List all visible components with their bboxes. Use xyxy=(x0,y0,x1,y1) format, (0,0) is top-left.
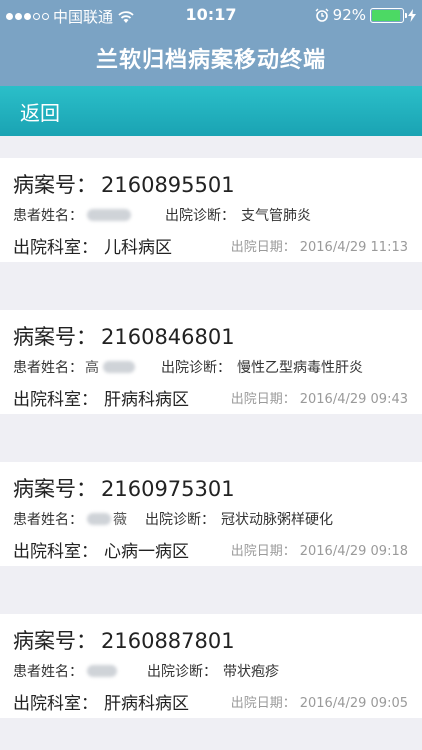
record-list: 病案号： 2160895501 患者姓名： 出院诊断： 支气管肺炎 出院科室： 儿科… xyxy=(0,158,422,718)
charging-icon xyxy=(408,8,416,22)
department-row: 出院科室： 肝病科病区 xyxy=(13,689,189,714)
department-value: 儿科病区 xyxy=(104,238,172,258)
case-number-row: 病案号： 2160975301 xyxy=(13,473,235,503)
case-number-label: 病案号： xyxy=(13,173,97,197)
date-value: 2016/4/29 09:43 xyxy=(299,392,408,407)
diagnosis-value: 带状疱疹 xyxy=(223,664,279,680)
discharge-date: 出院日期： 2016/4/29 09:18 xyxy=(231,540,408,559)
date-label: 出院日期： xyxy=(230,392,296,407)
patient-label: 患者姓名： xyxy=(13,360,83,376)
patient-label: 患者姓名： xyxy=(13,208,83,224)
patient-name-redacted xyxy=(103,361,135,373)
case-number: 2160895501 xyxy=(101,173,235,197)
status-right: 92% xyxy=(315,6,416,24)
date-label: 出院日期： xyxy=(230,544,296,559)
department-label: 出院科室： xyxy=(13,238,98,258)
patient-name-partial: 薇 xyxy=(113,512,127,528)
record-card[interactable]: 病案号： 2160846801 患者姓名： 高 出院诊断： 慢性乙型病毒性肝炎 出… xyxy=(0,310,422,414)
alarm-icon xyxy=(315,8,329,22)
case-number-label: 病案号： xyxy=(13,477,97,501)
patient-row: 患者姓名： 薇 出院诊断： 冠状动脉粥样硬化 xyxy=(13,509,333,529)
case-number-row: 病案号： 2160846801 xyxy=(13,321,235,351)
department-label: 出院科室： xyxy=(13,542,98,562)
case-number-row: 病案号： 2160887801 xyxy=(13,625,235,655)
case-number-label: 病案号： xyxy=(13,325,97,349)
department-label: 出院科室： xyxy=(13,390,98,410)
case-number-label: 病案号： xyxy=(13,629,97,653)
patient-row: 患者姓名： 出院诊断： 支气管肺炎 xyxy=(13,205,311,225)
battery-fill xyxy=(372,9,400,21)
patient-name-partial: 高 xyxy=(85,360,99,376)
patient-name-redacted xyxy=(87,209,131,221)
diagnosis-label: 出院诊断： xyxy=(147,664,217,680)
diagnosis-value: 慢性乙型病毒性肝炎 xyxy=(237,360,363,376)
patient-row: 患者姓名： 高 出院诊断： 慢性乙型病毒性肝炎 xyxy=(13,357,363,377)
record-card[interactable]: 病案号： 2160975301 患者姓名： 薇 出院诊断： 冠状动脉粥样硬化 出院… xyxy=(0,462,422,566)
date-label: 出院日期： xyxy=(230,696,296,711)
discharge-date: 出院日期： 2016/4/29 11:13 xyxy=(231,236,408,255)
discharge-date: 出院日期： 2016/4/29 09:05 xyxy=(231,692,408,711)
department-row: 出院科室： 儿科病区 xyxy=(13,233,172,258)
patient-row: 患者姓名： 出院诊断： 带状疱疹 xyxy=(13,661,279,681)
status-bar: 中国联通 10:17 92% xyxy=(0,0,422,30)
department-row: 出院科室： 心病一病区 xyxy=(13,537,189,562)
patient-label: 患者姓名： xyxy=(13,512,83,528)
date-value: 2016/4/29 11:13 xyxy=(299,240,408,255)
diagnosis-label: 出院诊断： xyxy=(145,512,215,528)
case-number: 2160887801 xyxy=(101,629,235,653)
diagnosis-value: 支气管肺炎 xyxy=(241,208,311,224)
case-number: 2160975301 xyxy=(101,477,235,501)
record-card[interactable]: 病案号： 2160895501 患者姓名： 出院诊断： 支气管肺炎 出院科室： 儿科… xyxy=(0,158,422,262)
app-title: 兰软归档病案移动终端 xyxy=(0,30,422,86)
diagnosis-label: 出院诊断： xyxy=(165,208,235,224)
date-label: 出院日期： xyxy=(230,240,296,255)
department-row: 出院科室： 肝病科病区 xyxy=(13,385,189,410)
patient-label: 患者姓名： xyxy=(13,664,83,680)
diagnosis-value: 冠状动脉粥样硬化 xyxy=(221,512,333,528)
department-value: 肝病科病区 xyxy=(104,390,189,410)
back-button[interactable]: 返回 xyxy=(20,97,60,126)
patient-name-redacted xyxy=(87,665,117,677)
nav-bar: 返回 xyxy=(0,86,422,136)
date-value: 2016/4/29 09:18 xyxy=(299,544,408,559)
diagnosis-label: 出院诊断： xyxy=(161,360,231,376)
case-number: 2160846801 xyxy=(101,325,235,349)
department-label: 出院科室： xyxy=(13,694,98,714)
date-value: 2016/4/29 09:05 xyxy=(299,696,408,711)
battery-icon xyxy=(370,7,407,23)
patient-name-redacted xyxy=(87,513,111,525)
discharge-date: 出院日期： 2016/4/29 09:43 xyxy=(231,388,408,407)
department-value: 肝病科病区 xyxy=(104,694,189,714)
department-value: 心病一病区 xyxy=(104,542,189,562)
record-card[interactable]: 病案号： 2160887801 患者姓名： 出院诊断： 带状疱疹 出院科室： 肝病科… xyxy=(0,614,422,718)
case-number-row: 病案号： 2160895501 xyxy=(13,169,235,199)
battery-percent: 92% xyxy=(332,6,366,24)
